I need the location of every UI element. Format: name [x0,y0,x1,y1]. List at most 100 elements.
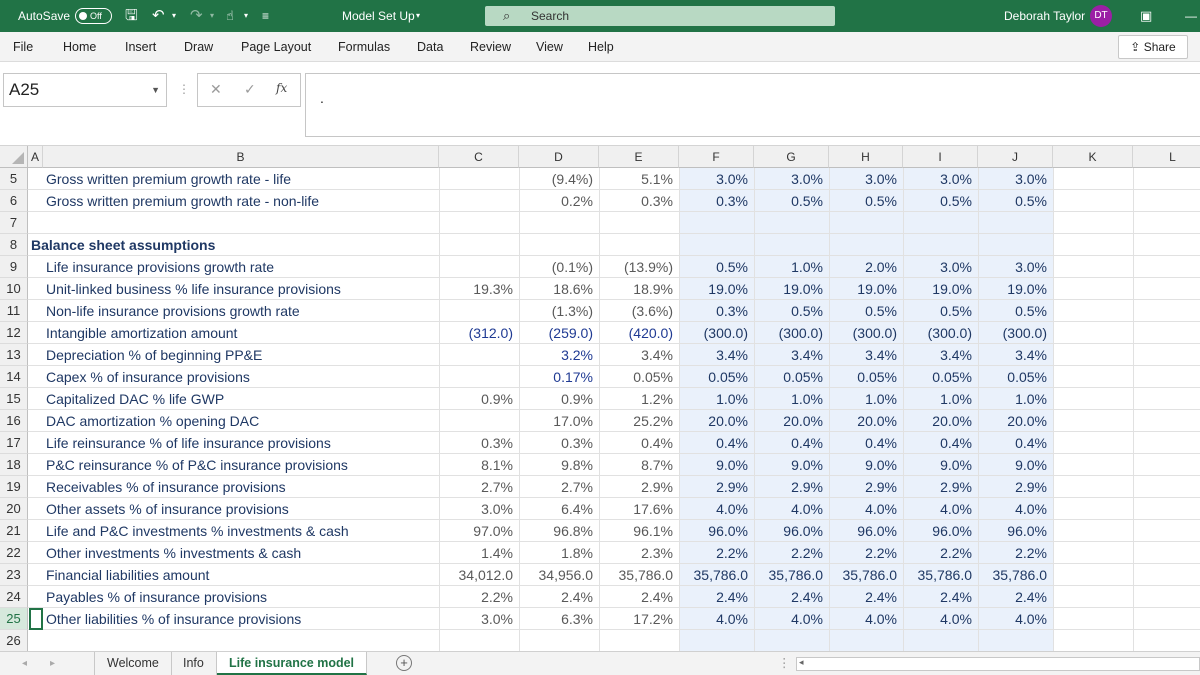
tab-split-grip-icon[interactable]: ⋮ [778,652,791,675]
cancel-icon[interactable]: ✕ [210,81,222,98]
cell-c26[interactable] [439,630,519,652]
row-header-8[interactable]: 8 [0,234,28,256]
cell-c23[interactable]: 34,012.0 [439,564,519,586]
cell-i7[interactable] [903,212,978,234]
tab-page-layout[interactable]: Page Layout [241,32,311,62]
sheet-tab-life-insurance-model[interactable]: Life insurance model [217,652,368,675]
cell-g26[interactable] [754,630,829,652]
cell-e17[interactable]: 0.4% [599,432,679,454]
cell-i25[interactable]: 4.0% [903,608,978,630]
cell-g10[interactable]: 19.0% [754,278,829,300]
cell-e16[interactable]: 25.2% [599,410,679,432]
cell-h12[interactable]: (300.0) [829,322,903,344]
cell-f13[interactable]: 3.4% [679,344,754,366]
cell-h26[interactable] [829,630,903,652]
select-all-corner[interactable] [0,146,28,168]
cell-h19[interactable]: 2.9% [829,476,903,498]
cell-i18[interactable]: 9.0% [903,454,978,476]
row-label-cell[interactable]: Life and P&C investments % investments &… [43,520,439,542]
cell-d12[interactable]: (259.0) [519,322,599,344]
cell-f10[interactable]: 19.0% [679,278,754,300]
cell-c17[interactable]: 0.3% [439,432,519,454]
cell-e5[interactable]: 5.1% [599,168,679,190]
cell-e26[interactable] [599,630,679,652]
cell-f21[interactable]: 96.0% [679,520,754,542]
row-header-24[interactable]: 24 [0,586,28,608]
cell-e23[interactable]: 35,786.0 [599,564,679,586]
row-label-cell[interactable]: Life insurance provisions growth rate [43,256,439,278]
cell-e12[interactable]: (420.0) [599,322,679,344]
row-label-cell[interactable]: Life reinsurance % of life insurance pro… [43,432,439,454]
cell-d17[interactable]: 0.3% [519,432,599,454]
cell-h16[interactable]: 20.0% [829,410,903,432]
tab-home[interactable]: Home [63,32,96,62]
cell-e13[interactable]: 3.4% [599,344,679,366]
cell-c10[interactable]: 19.3% [439,278,519,300]
cell-h25[interactable]: 4.0% [829,608,903,630]
tab-formulas[interactable]: Formulas [338,32,390,62]
cell-d25[interactable]: 6.3% [519,608,599,630]
search-input[interactable]: ⌕ Search [485,6,835,26]
cell-c8[interactable] [439,234,519,256]
cell-h11[interactable]: 0.5% [829,300,903,322]
active-cell-a25[interactable] [29,608,43,630]
cell-e14[interactable]: 0.05% [599,366,679,388]
save-icon[interactable]: 🖫 [125,0,138,32]
cell-j9[interactable]: 3.0% [978,256,1053,278]
cell-d6[interactable]: 0.2% [519,190,599,212]
cell-e24[interactable]: 2.4% [599,586,679,608]
tab-help[interactable]: Help [588,32,614,62]
cell-h10[interactable]: 19.0% [829,278,903,300]
row-label-cell[interactable]: Other assets % of insurance provisions [43,498,439,520]
column-header-h[interactable]: H [829,146,903,168]
cell-c15[interactable]: 0.9% [439,388,519,410]
cell-c19[interactable]: 2.7% [439,476,519,498]
row-header-11[interactable]: 11 [0,300,28,322]
cell-d8[interactable] [519,234,599,256]
cell-h9[interactable]: 2.0% [829,256,903,278]
row-header-10[interactable]: 10 [0,278,28,300]
row-header-17[interactable]: 17 [0,432,28,454]
share-button[interactable]: ⇪ Share [1118,35,1188,59]
scroll-tabs-right-icon[interactable]: ▸ [50,652,55,675]
cell-i21[interactable]: 96.0% [903,520,978,542]
cell-j26[interactable] [978,630,1053,652]
customize-qat-icon[interactable]: ≡ [262,0,269,32]
row-header-9[interactable]: 9 [0,256,28,278]
scroll-left-icon[interactable]: ◂ [799,657,804,668]
cell-g21[interactable]: 96.0% [754,520,829,542]
cell-d5[interactable]: (9.4%) [519,168,599,190]
formula-input[interactable]: . [305,73,1200,137]
cell-i6[interactable]: 0.5% [903,190,978,212]
cell-d11[interactable]: (1.3%) [519,300,599,322]
cell-f9[interactable]: 0.5% [679,256,754,278]
cell-g24[interactable]: 2.4% [754,586,829,608]
cell-g15[interactable]: 1.0% [754,388,829,410]
cell-f12[interactable]: (300.0) [679,322,754,344]
cell-j16[interactable]: 20.0% [978,410,1053,432]
cell-i8[interactable] [903,234,978,256]
minimize-icon[interactable]: — [1185,0,1197,32]
cell-f19[interactable]: 2.9% [679,476,754,498]
cell-j6[interactable]: 0.5% [978,190,1053,212]
cell-d14[interactable]: 0.17% [519,366,599,388]
column-header-i[interactable]: I [903,146,978,168]
cell-f11[interactable]: 0.3% [679,300,754,322]
cell-e6[interactable]: 0.3% [599,190,679,212]
cell-g11[interactable]: 0.5% [754,300,829,322]
cell-d21[interactable]: 96.8% [519,520,599,542]
cell-g18[interactable]: 9.0% [754,454,829,476]
cell-g16[interactable]: 20.0% [754,410,829,432]
scroll-tabs-left-icon[interactable]: ◂ [22,652,27,675]
cell-i17[interactable]: 0.4% [903,432,978,454]
cell-c25[interactable]: 3.0% [439,608,519,630]
cell-d9[interactable]: (0.1%) [519,256,599,278]
cell-i22[interactable]: 2.2% [903,542,978,564]
cell-g22[interactable]: 2.2% [754,542,829,564]
cell-j19[interactable]: 2.9% [978,476,1053,498]
column-header-l[interactable]: L [1133,146,1200,168]
cell-j25[interactable]: 4.0% [978,608,1053,630]
row-label-cell[interactable]: Gross written premium growth rate - non-… [43,190,439,212]
cell-f15[interactable]: 1.0% [679,388,754,410]
sheet-tab-welcome[interactable]: Welcome [94,652,172,675]
